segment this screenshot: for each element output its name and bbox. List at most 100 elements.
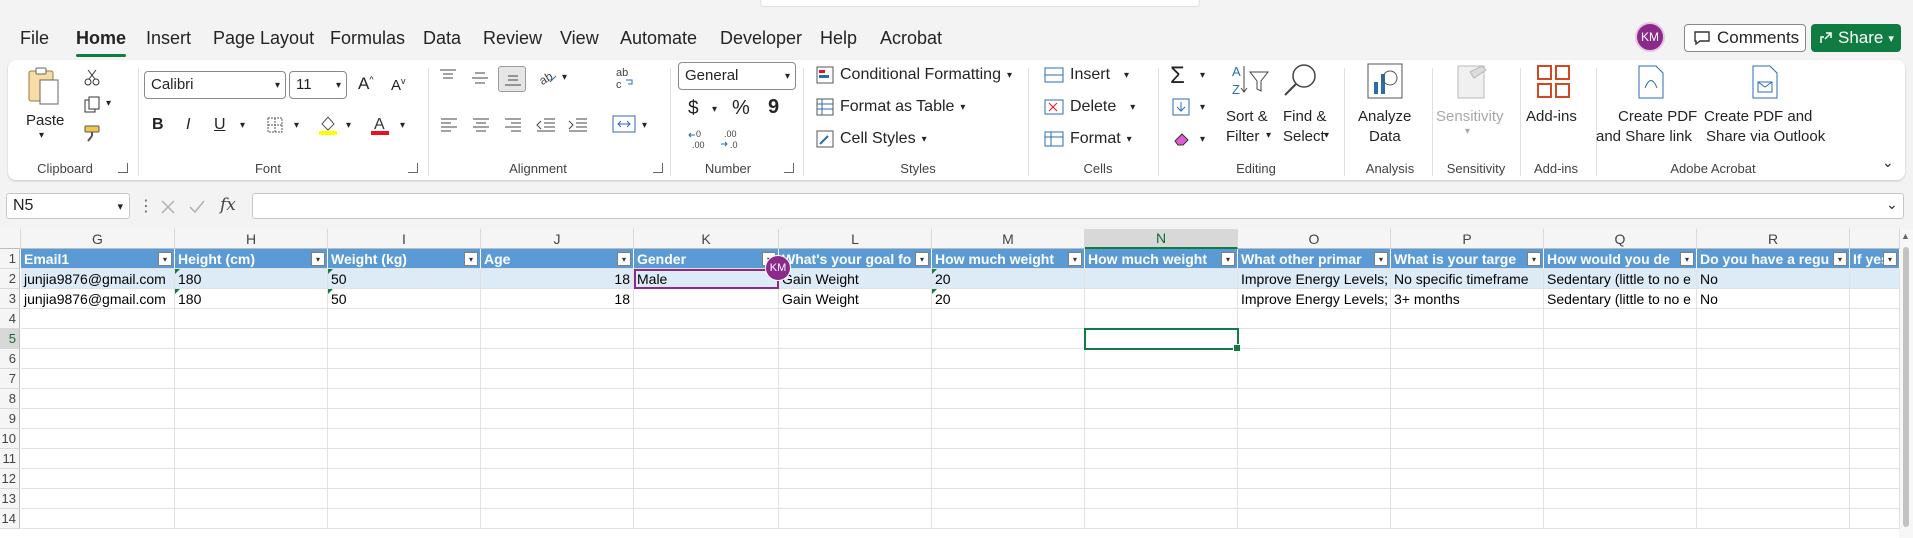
row-header[interactable]: 8 <box>0 389 20 409</box>
table-cell[interactable] <box>328 309 481 329</box>
table-cell[interactable] <box>1391 489 1544 509</box>
table-header-cell[interactable]: If yes ▾ <box>1850 249 1900 269</box>
create-pdf-share-icon[interactable] <box>1636 64 1666 100</box>
table-header-cell[interactable]: Email1 ▾ <box>21 249 175 269</box>
table-cell[interactable] <box>932 309 1085 329</box>
table-cell[interactable] <box>932 369 1085 389</box>
cancel-formula-icon[interactable] <box>160 199 176 215</box>
table-cell[interactable] <box>932 449 1085 469</box>
table-cell[interactable] <box>328 469 481 489</box>
table-cell[interactable] <box>1238 409 1391 429</box>
column-header[interactable]: R <box>1697 229 1850 249</box>
table-cell[interactable] <box>1085 309 1238 329</box>
table-cell[interactable]: 18 <box>481 269 634 289</box>
row-header[interactable]: 6 <box>0 349 20 369</box>
alignment-launcher-icon[interactable] <box>653 163 663 173</box>
table-cell[interactable]: 20 <box>932 289 1085 309</box>
table-cell[interactable] <box>175 389 328 409</box>
table-cell[interactable] <box>1238 369 1391 389</box>
share-button[interactable]: Share ▾ <box>1811 24 1901 52</box>
table-cell[interactable] <box>1697 509 1850 529</box>
format-as-table-button[interactable]: Format as Table ▾ <box>816 98 965 116</box>
more-options-icon[interactable]: ⋮ <box>138 196 154 216</box>
table-cell[interactable]: 3+ months <box>1391 289 1544 309</box>
formula-input[interactable] <box>252 193 1904 219</box>
confirm-formula-icon[interactable] <box>188 199 206 215</box>
table-cell[interactable] <box>21 429 175 449</box>
paste-button[interactable]: Paste <box>26 112 64 129</box>
comma-style-button[interactable]: 9 <box>768 96 779 119</box>
table-cell[interactable] <box>634 289 779 309</box>
table-cell[interactable] <box>1850 349 1900 369</box>
table-cell[interactable] <box>932 349 1085 369</box>
table-header-cell[interactable]: Weight (kg) ▾ <box>328 249 481 269</box>
shrink-font-icon[interactable]: Av <box>391 76 406 94</box>
column-header[interactable] <box>1850 229 1900 249</box>
tab-review[interactable]: Review <box>483 28 542 49</box>
table-cell[interactable] <box>481 369 634 389</box>
analyze-data-label-2[interactable]: Data <box>1369 128 1401 145</box>
align-center-icon[interactable] <box>472 118 490 132</box>
table-cell[interactable] <box>1850 289 1900 309</box>
ribbon-collapse-icon[interactable]: ⌄ <box>1882 154 1894 171</box>
find-select-icon[interactable] <box>1280 62 1320 98</box>
orientation-icon[interactable]: ab <box>536 66 558 86</box>
table-cell[interactable] <box>932 469 1085 489</box>
table-cell[interactable] <box>21 309 175 329</box>
table-cell[interactable] <box>1391 329 1544 349</box>
table-cell[interactable] <box>1850 469 1900 489</box>
table-cell[interactable] <box>1238 429 1391 449</box>
increase-decimal-icon[interactable]: .000 <box>688 128 712 150</box>
select-all-corner[interactable] <box>0 229 21 249</box>
table-cell[interactable] <box>1238 469 1391 489</box>
table-cell[interactable]: No specific timeframe <box>1391 269 1544 289</box>
delete-cells-button[interactable]: Delete ▾ <box>1044 98 1135 116</box>
table-cell[interactable] <box>175 449 328 469</box>
table-header-cell[interactable]: Gender▾ <box>634 249 779 269</box>
create-pdf-share-label-2[interactable]: and Share link <box>1596 128 1692 145</box>
row-header[interactable]: 2 <box>0 269 20 289</box>
table-cell[interactable] <box>328 369 481 389</box>
percent-button[interactable]: % <box>732 97 750 120</box>
fill-color-icon[interactable] <box>318 114 338 136</box>
addins-button[interactable]: Add-ins <box>1526 108 1577 125</box>
table-cell[interactable]: 180 <box>175 269 328 289</box>
align-left-icon[interactable] <box>440 118 458 132</box>
currency-button[interactable]: $ <box>688 98 699 120</box>
table-cell[interactable] <box>1391 349 1544 369</box>
table-cell[interactable] <box>1850 389 1900 409</box>
table-cell[interactable] <box>21 509 175 529</box>
cut-icon[interactable] <box>83 68 101 86</box>
table-cell[interactable] <box>21 489 175 509</box>
tab-file[interactable]: File <box>20 28 49 49</box>
column-header[interactable]: N <box>1085 229 1238 249</box>
table-cell[interactable] <box>1238 489 1391 509</box>
table-cell[interactable] <box>1697 369 1850 389</box>
table-cell[interactable] <box>1697 429 1850 449</box>
tab-data[interactable]: Data <box>423 28 461 49</box>
table-cell[interactable] <box>634 309 779 329</box>
font-size-combo[interactable]: 11 ▾ <box>289 71 347 99</box>
table-cell[interactable] <box>779 369 932 389</box>
table-cell[interactable] <box>1391 389 1544 409</box>
chevron-down-icon[interactable]: ▾ <box>400 120 405 131</box>
table-cell[interactable] <box>1085 469 1238 489</box>
table-cell[interactable]: No <box>1697 269 1850 289</box>
table-cell[interactable] <box>1238 449 1391 469</box>
chevron-down-icon[interactable]: ▾ <box>1200 102 1205 113</box>
chevron-down-icon[interactable]: ▾ <box>642 120 647 131</box>
chevron-down-icon[interactable]: ▾ <box>346 120 351 131</box>
table-cell[interactable] <box>779 429 932 449</box>
row-header[interactable]: 14 <box>0 509 20 529</box>
table-cell[interactable] <box>481 509 634 529</box>
borders-icon[interactable] <box>266 116 284 134</box>
table-cell[interactable] <box>481 389 634 409</box>
filter-dropdown-icon[interactable]: ▾ <box>158 252 172 266</box>
chevron-down-icon[interactable]: ▾ <box>240 120 245 131</box>
table-cell[interactable]: 20 <box>932 269 1085 289</box>
table-cell[interactable] <box>1850 269 1900 289</box>
table-cell[interactable] <box>175 309 328 329</box>
table-cell[interactable] <box>481 429 634 449</box>
table-cell[interactable] <box>1391 409 1544 429</box>
vertical-scrollbar[interactable]: ▲ <box>1899 229 1913 538</box>
